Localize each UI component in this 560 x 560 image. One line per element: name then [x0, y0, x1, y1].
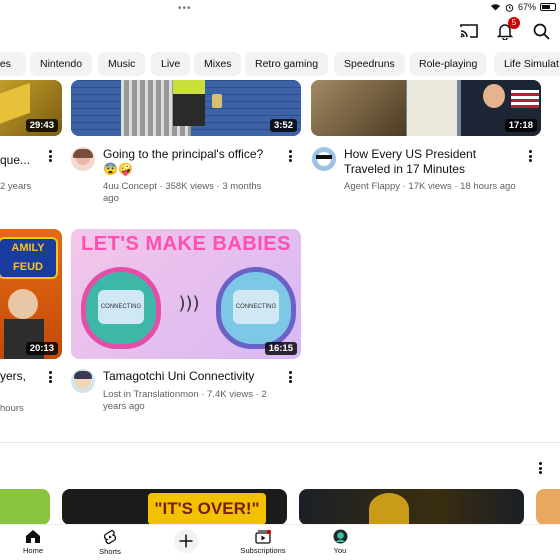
multitask-dots-icon[interactable]: ••• [178, 3, 192, 14]
cast-icon[interactable] [460, 22, 478, 40]
shelf-thumbnail[interactable] [536, 489, 560, 525]
nav-subscriptions[interactable]: Subscriptions [233, 529, 293, 555]
channel-avatar[interactable] [71, 147, 95, 171]
more-options-icon[interactable] [285, 148, 295, 164]
family-feud-logo: AMILY FEUD [0, 237, 58, 279]
video-meta: Lost in Translationmon · 7.4K views · 2 … [103, 389, 267, 412]
battery-percent: 67% [517, 2, 536, 12]
status-icons: 67% [490, 2, 556, 12]
more-options-icon[interactable] [525, 148, 535, 164]
video-thumbnail[interactable]: 29:43 [0, 80, 62, 136]
notification-badge: 5 [508, 17, 520, 29]
nav-home[interactable]: Home [3, 529, 63, 555]
video-thumbnail[interactable]: LET'S MAKE BABIES CONNECTING CONNECTING … [71, 229, 301, 359]
battery-icon [540, 3, 556, 11]
chip-role-playing[interactable]: Role-playing [409, 52, 488, 76]
video-title[interactable]: How Every US President Traveled in 17 Mi… [344, 147, 516, 177]
shelf-thumbnail[interactable] [0, 489, 50, 525]
status-bar: ••• 67% [0, 0, 560, 16]
video-title[interactable]: Going to the principal's office? 😨🤪 [103, 147, 275, 177]
chip-nintendo[interactable]: Nintendo [30, 52, 93, 76]
newspaper-art [407, 80, 457, 136]
video-duration: 16:15 [264, 342, 297, 355]
video-title[interactable]: que... [0, 153, 40, 168]
nav-shorts-label: Shorts [99, 547, 121, 556]
chip-retro-gaming[interactable]: Retro gaming [245, 52, 329, 76]
thumbnail-headline: LET'S MAKE BABIES [81, 233, 291, 255]
tamagotchi-device-right: CONNECTING [216, 267, 296, 349]
more-options-icon[interactable] [45, 369, 55, 385]
channel-avatar[interactable] [71, 369, 95, 393]
video-thumbnail[interactable]: 17:18 [311, 80, 541, 136]
section-divider [0, 442, 560, 443]
more-options-icon[interactable] [285, 369, 295, 385]
nav-you[interactable]: You [310, 529, 370, 555]
chip-life-simulation[interactable]: Life Simulat [494, 52, 560, 76]
shorts-icon [103, 529, 117, 545]
nav-home-label: Home [22, 546, 43, 555]
video-duration: 3:52 [269, 119, 297, 132]
horse-rider-art [311, 80, 406, 136]
chip-speedruns[interactable]: Speedruns [334, 52, 405, 76]
video-meta: 4uu Concept · 358K views · 3 months ago [103, 181, 262, 204]
character-art [173, 80, 205, 126]
tamagotchi-device-left: CONNECTING [81, 267, 161, 349]
video-thumbnail[interactable]: AMILY FEUD 20:13 [0, 229, 62, 359]
video-duration: 29:43 [25, 119, 58, 132]
shelf-thumbnail-text: "IT'S OVER!" [148, 493, 266, 525]
video-duration: 20:13 [25, 342, 58, 355]
chip-live[interactable]: Live [151, 52, 191, 76]
header-actions: 5 [460, 17, 550, 40]
signal-waves-icon: ))) [178, 293, 200, 314]
video-thumbnail[interactable]: 3:52 [71, 80, 301, 136]
chip-ries[interactable]: ries [0, 52, 26, 76]
video-meta: hours [0, 403, 24, 414]
bottom-navigation: Home Shorts Subscriptions You [0, 524, 560, 560]
video-meta: 2 years [0, 181, 32, 192]
nav-shorts[interactable]: Shorts [80, 529, 140, 556]
video-meta: Agent Flappy · 17K views · 18 hours ago [344, 181, 516, 192]
shelf-more-options-icon[interactable] [535, 460, 545, 476]
shelf-thumbnail[interactable]: "IT'S OVER!" [62, 489, 287, 525]
shelf-thumbnail[interactable] [299, 489, 524, 525]
notifications-button[interactable]: 5 [496, 17, 520, 40]
category-chips: ries Nintendo Music Live Mixes Retro gam… [0, 52, 560, 78]
video-duration: 17:18 [504, 119, 537, 132]
nav-you-label: You [333, 546, 347, 555]
profile-avatar-icon [333, 529, 347, 544]
create-plus-icon [174, 529, 198, 553]
video-title[interactable]: Tamagotchi Uni Connectivity [103, 369, 275, 384]
video-title[interactable]: yers, [0, 369, 40, 384]
subscriptions-icon [255, 529, 271, 544]
wifi-icon [490, 4, 500, 11]
alarm-icon [505, 3, 514, 12]
channel-avatar[interactable] [312, 147, 336, 171]
more-options-icon[interactable] [45, 148, 55, 164]
search-icon[interactable] [532, 22, 550, 40]
home-icon [26, 530, 40, 543]
nav-create[interactable] [156, 528, 216, 556]
chip-music[interactable]: Music [98, 52, 146, 76]
chip-mixes[interactable]: Mixes [194, 52, 242, 76]
nav-subscriptions-label: Subscriptions [240, 546, 286, 555]
